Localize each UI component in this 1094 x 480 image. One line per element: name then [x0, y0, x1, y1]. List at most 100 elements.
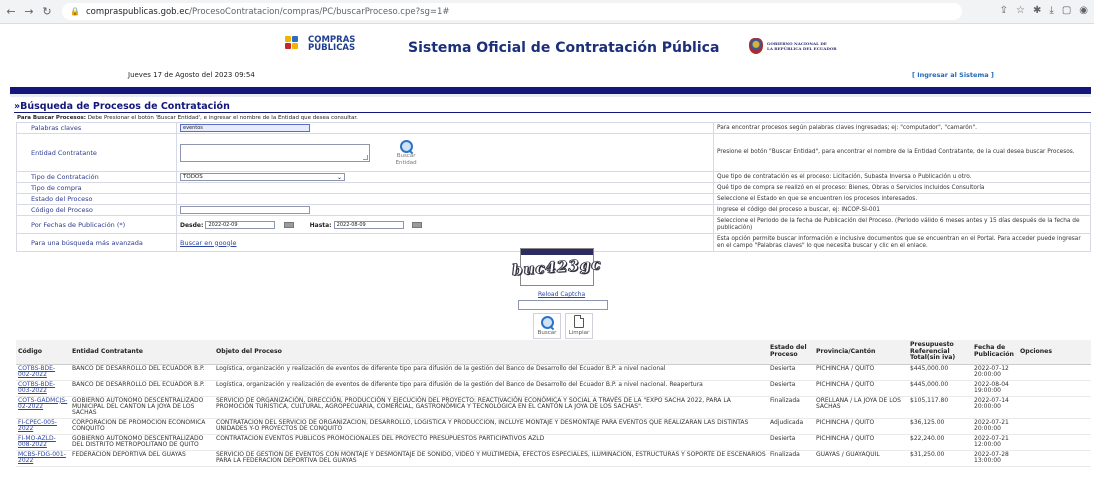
location-cell: PICHINCHA / QUITO: [814, 380, 908, 397]
location-cell: PICHINCHA / QUITO: [814, 418, 908, 435]
entity-textarea[interactable]: [180, 143, 370, 162]
sidepanel-icon[interactable]: ▢: [1062, 5, 1071, 16]
entity-label: Entidad Contratante: [16, 133, 177, 172]
to-label: Hasta:: [309, 221, 332, 229]
process-code-link[interactable]: COTS-GADMCJS-02-2022: [16, 396, 70, 419]
calendar-icon[interactable]: [283, 221, 294, 228]
from-date-input[interactable]: 2022-02-09: [205, 220, 276, 229]
entity-help: Presione el botón "Buscar Entidad", para…: [713, 133, 1091, 172]
budget-cell: $31,250.00: [908, 450, 972, 467]
compras-publicas-logo[interactable]: COMPRAS PÚBLICAS: [285, 36, 355, 52]
column-header: Objeto del Proceso: [214, 340, 768, 365]
bookmark-star-icon[interactable]: ☆: [1016, 5, 1025, 16]
object-cell: SERVICIO DE GESTION DE EVENTOS CON MONTA…: [214, 450, 768, 467]
location-cell: PICHINCHA / QUITO: [814, 434, 908, 451]
google-search-link[interactable]: Buscar en google: [180, 239, 236, 247]
options-cell: [1018, 418, 1091, 435]
table-row: COTBS-BDE-002-2022 BANCO DE DESARROLLO D…: [16, 364, 1091, 381]
entity-cell: GOBIERNO AUTONOMO DESCENTRALIZADO MUNICI…: [70, 396, 214, 419]
profile-icon[interactable]: ◉: [1079, 5, 1088, 16]
current-date: Jueves 17 de Agosto del 2023 09:54: [128, 71, 255, 79]
search-icon: [399, 139, 414, 153]
column-header: Presupuesto Referencial Total(sin iva): [908, 340, 972, 365]
process-code-label: Código del Proceso: [16, 204, 177, 216]
process-state-label: Estado del Proceso: [16, 193, 177, 205]
blank-document-icon: [574, 315, 584, 328]
location-cell: PICHINCHA / QUITO: [814, 364, 908, 381]
page-title: Sistema Oficial de Contratación Pública: [408, 40, 720, 56]
table-row: MCBS-FDG-001-2022 FEDERACION DEPORTIVA D…: [16, 450, 1091, 467]
date-cell: 2022-07-28 13:00:00: [972, 450, 1018, 467]
contract-type-select[interactable]: TODOS ⌄: [180, 173, 345, 181]
purchase-type-label: Tipo de compra: [16, 182, 177, 194]
contract-type-help: Que tipo de contratación es el proceso: …: [713, 171, 1091, 183]
date-cell: 2022-08-04 19:00:00: [972, 380, 1018, 397]
to-date-input[interactable]: 2022-08-09: [333, 220, 404, 229]
state-cell: Finalizada: [768, 396, 814, 419]
state-cell: Desierta: [768, 434, 814, 451]
date-cell: 2022-07-14 20:00:00: [972, 396, 1018, 419]
column-header: Opciones: [1018, 340, 1091, 365]
captcha-input[interactable]: [518, 300, 608, 310]
search-icon: [540, 315, 555, 329]
forward-icon[interactable]: →: [22, 5, 36, 19]
column-header: Estado del Proceso: [768, 340, 814, 365]
header-divider-light: [10, 94, 1091, 97]
table-row: FI-CPEC-005-2022 CORPORACION DE PROMOCIO…: [16, 418, 1091, 435]
table-row: FI-MO-AZLD-008-2022 GOBIERNO AUTONOMO DE…: [16, 434, 1091, 451]
process-code-link[interactable]: COTBS-BDE-002-2022: [16, 364, 70, 381]
entity-cell: BANCO DE DESARROLLO DEL ECUADOR B.P.: [70, 380, 214, 397]
hint-text: Debe Presionar el botón 'Buscar Entidad'…: [85, 115, 358, 121]
url-path: /ProcesoContratacion/compras/PC/buscarPr…: [189, 6, 450, 17]
download-icon[interactable]: ⤓: [1049, 5, 1053, 16]
object-cell: Logística, organización y realización de…: [214, 380, 768, 397]
results-table: Código Entidad Contratante Objeto del Pr…: [16, 340, 1091, 467]
table-header-row: Código Entidad Contratante Objeto del Pr…: [16, 340, 1091, 365]
budget-cell: $36,125.00: [908, 418, 972, 435]
login-link[interactable]: [ Ingresar al Sistema ]: [912, 71, 994, 79]
url-domain: compraspublicas.gob.ec: [85, 6, 190, 17]
captcha-image: buc423gc: [511, 248, 603, 286]
lock-icon: 🔒: [70, 7, 80, 16]
back-icon[interactable]: ←: [4, 5, 18, 19]
section-title: »Búsqueda de Procesos de Contratación: [14, 101, 1091, 113]
date-cell: 2022-07-21 20:00:00: [972, 418, 1018, 435]
from-label: Desde:: [180, 221, 204, 229]
process-code-link[interactable]: COTBS-BDE-003-2022: [16, 380, 70, 397]
column-header: Provincia/Cantón: [814, 340, 908, 365]
reload-captcha-link[interactable]: Reload Captcha: [538, 291, 585, 298]
extensions-icon[interactable]: ✱: [1033, 5, 1041, 16]
process-code-link[interactable]: MCBS-FDG-001-2022: [16, 450, 70, 467]
coat-of-arms-icon: [749, 38, 763, 54]
process-state-help: Seleccione el Estado en que se encuentre…: [713, 193, 1091, 205]
calendar-icon[interactable]: [411, 221, 422, 228]
state-cell: Finalizada: [768, 450, 814, 467]
reload-icon[interactable]: ↻: [40, 5, 54, 19]
hint-bold: Para Buscar Procesos:: [17, 115, 86, 121]
state-cell: Desierta: [768, 380, 814, 397]
purchase-type-help: Qué tipo de compra se realizó en el proc…: [713, 182, 1091, 194]
entity-cell: CORPORACION DE PROMOCION ECONOMICA CONQU…: [70, 418, 214, 435]
options-cell: [1018, 364, 1091, 381]
search-hint: Para Buscar Procesos: Debe Presionar el …: [17, 115, 358, 121]
process-code-link[interactable]: FI-MO-AZLD-008-2022: [16, 434, 70, 451]
address-bar[interactable]: 🔒 compraspublicas.gob.ec/ProcesoContrata…: [62, 3, 962, 20]
clear-button[interactable]: Limpiar: [565, 313, 593, 339]
options-cell: [1018, 434, 1091, 451]
search-entity-label: Buscar Entidad: [395, 152, 417, 166]
share-icon[interactable]: ⇪: [1000, 5, 1008, 16]
location-cell: GUAYAS / GUAYAQUIL: [814, 450, 908, 467]
header-divider: [10, 87, 1091, 94]
search-button[interactable]: Buscar: [533, 313, 561, 339]
process-code-link[interactable]: FI-CPEC-005-2022: [16, 418, 70, 435]
keywords-input[interactable]: eventos: [180, 124, 310, 132]
search-form: Palabras claves eventos Para encontrar p…: [16, 122, 1091, 252]
column-header: Código: [16, 340, 70, 365]
location-cell: ORELLANA / LA JOYA DE LOS SACHAS: [814, 396, 908, 419]
browser-toolbar: ← → ↻ 🔒 compraspublicas.gob.ec/ProcesoCo…: [0, 0, 1094, 24]
dates-help: Seleccione el Periodo de la fecha de Pub…: [713, 215, 1091, 234]
search-entity-button[interactable]: Buscar Entidad: [392, 139, 420, 167]
budget-cell: $445,000.00: [908, 364, 972, 381]
process-code-input[interactable]: [180, 206, 310, 214]
keywords-help: Para encontrar procesos según palabras c…: [713, 122, 1091, 134]
